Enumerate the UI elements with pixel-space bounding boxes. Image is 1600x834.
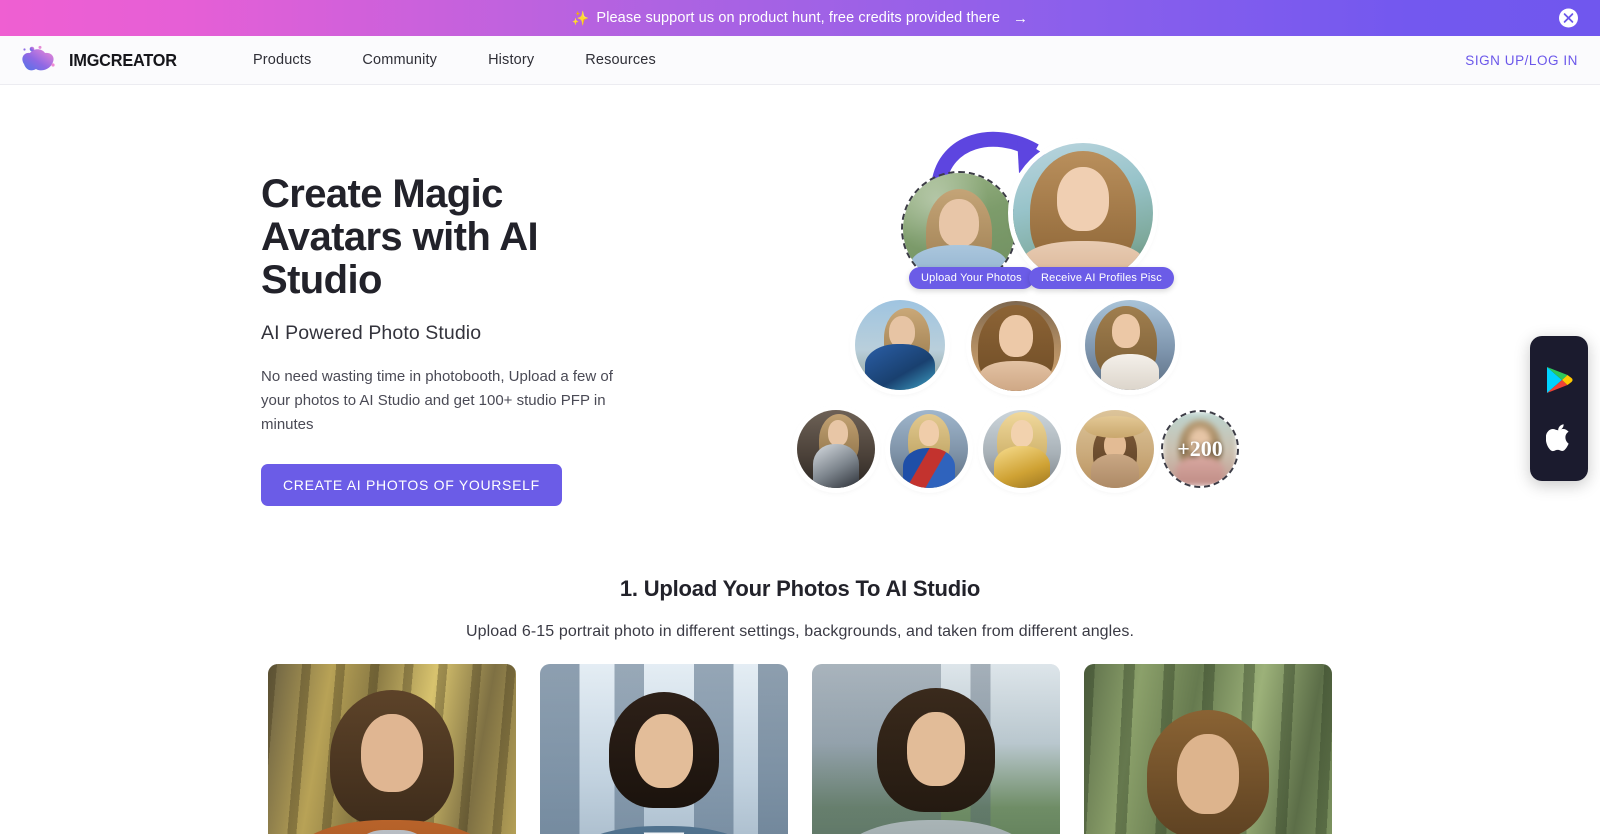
brand-logo[interactable]: IMGCREATOR [18,45,185,75]
sample-photo-2[interactable] [540,664,788,834]
close-icon[interactable] [1559,8,1578,28]
hero-description: No need wasting time in photobooth, Uplo… [261,368,613,433]
nav-link-community[interactable]: Community [362,46,437,74]
more-count-label: +200 [1177,436,1223,461]
sample-photo-grid [0,664,1600,834]
avatar-bottom-2 [890,410,968,488]
imgcreator-blob-logo-icon [18,45,60,75]
nav-link-products[interactable]: Products [253,46,311,74]
portrait-forest-brown-coat [268,664,516,834]
sample-photo-4[interactable] [1084,664,1332,834]
avatar-more[interactable]: +200 [1161,410,1239,488]
announcement-banner: ✨ Please support us on product hunt, fre… [0,0,1600,36]
hero-collage: Upload Your Photos Receive AI Profiles P… [785,125,1265,535]
avatar-bottom-4 [1076,410,1154,488]
brand-name: IMGCREATOR [69,49,177,70]
portrait-bamboo-green-shirt [1084,664,1332,834]
avatar-after [1013,143,1153,283]
nav-links: Products Community History Resources [253,46,707,74]
avatar-gold-armor [983,410,1061,488]
avatar-bottom-1 [797,410,875,488]
apple-icon[interactable] [1546,422,1572,452]
avatar-middle-3 [1085,300,1175,390]
main-navbar: IMGCREATOR Products Community History Re… [0,36,1600,85]
section-title: 1. Upload Your Photos To AI Studio [619,576,981,602]
page-title: Create Magic Avatars with AI Studio [261,172,539,302]
avatar-silver-armor [797,410,875,488]
app-download-panel [1530,336,1588,481]
avatar-explorer-blue-suit [855,300,945,390]
announcement-link[interactable]: ✨ Please support us on product hunt, fre… [572,10,1028,27]
close-glyph [1563,13,1574,23]
avatar-brown-hair-sunset [971,301,1061,391]
avatar-straw-hat-desert [1076,410,1154,488]
avatar-middle-2 [971,301,1061,391]
hero-subtitle: AI Powered Photo Studio [261,322,482,345]
sample-photo-3[interactable] [812,664,1060,834]
avatar-blue-red-hero [890,410,968,488]
upload-section: 1. Upload Your Photos To AI Studio Uploa… [0,576,1600,834]
create-ai-photos-button[interactable]: CREATE AI PHOTOS OF YOURSELF [261,464,562,507]
badge-receive-ai-profiles: Receive AI Profiles Pisc [1029,267,1174,289]
sample-photo-1[interactable] [268,664,516,834]
hero-section: Create Magic Avatars with AI Studio AI P… [0,85,1600,507]
hero-copy: Create Magic Avatars with AI Studio AI P… [0,137,640,507]
avatar-bottom-3 [983,410,1061,488]
nav-link-resources[interactable]: Resources [585,46,656,74]
portrait-city-blue-suit [540,664,788,834]
avatar-middle-1 [855,300,945,390]
sparkles-icon: ✨ [571,10,590,26]
announcement-text: Please support us on product hunt, free … [596,10,1000,26]
avatar-white-dress-city [1085,300,1175,390]
portrait-park-grey-shirt [812,664,1060,834]
woman-ai-portrait [1013,143,1153,283]
nav-link-history[interactable]: History [488,46,534,74]
arrow-right-icon: → [1013,9,1029,27]
badge-upload-your-photos: Upload Your Photos [909,267,1034,289]
signup-login-button[interactable]: SIGN UP/LOG IN [1465,53,1578,68]
google-play-icon[interactable] [1545,365,1573,395]
section-subtitle: Upload 6-15 portrait photo in different … [466,623,1134,641]
